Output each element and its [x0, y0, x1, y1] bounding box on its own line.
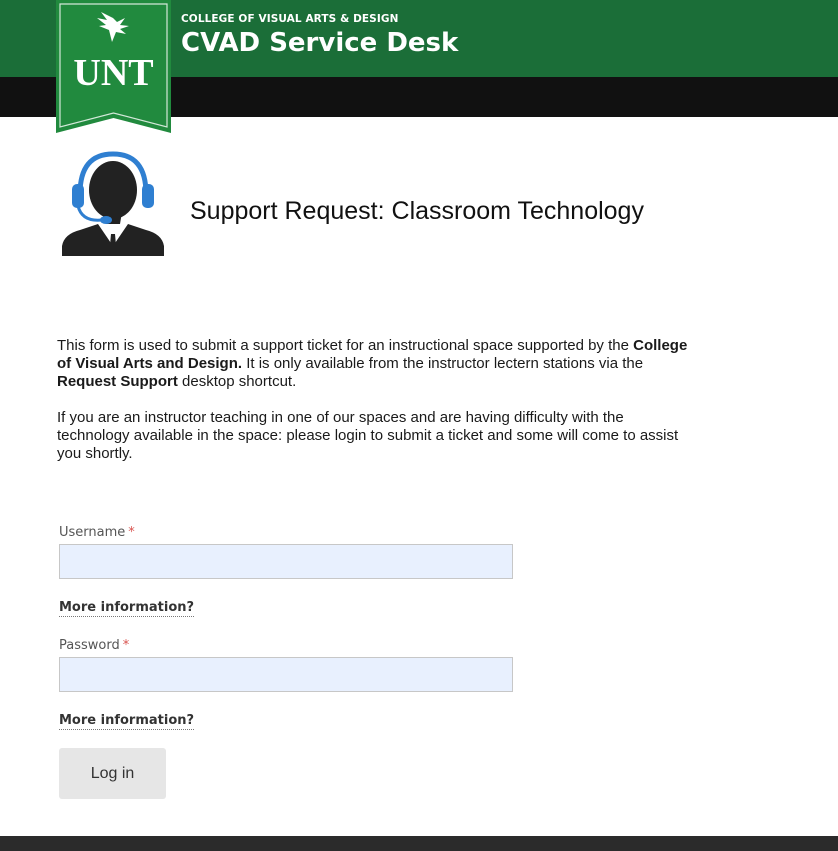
page-title: Support Request: Classroom Technology — [190, 197, 644, 225]
password-more-info-link[interactable]: More information? — [59, 713, 195, 730]
unt-logo[interactable]: UNT — [56, 0, 171, 133]
site-subtitle: COLLEGE OF VISUAL ARTS & DESIGN — [181, 13, 399, 25]
required-marker: * — [122, 638, 130, 653]
intro-paragraph-2: If you are an instructor teaching in one… — [57, 409, 679, 462]
support-agent-headset-icon — [58, 150, 168, 260]
required-marker: * — [128, 525, 135, 540]
password-input[interactable] — [59, 657, 513, 692]
logo-text: UNT — [73, 52, 153, 94]
eagle-icon: UNT — [56, 0, 171, 133]
intro-text: This form is used to submit a support ti… — [57, 337, 697, 463]
password-label: Password * — [59, 638, 130, 653]
login-button[interactable]: Log in — [59, 748, 166, 799]
footer-bar — [0, 836, 838, 851]
site-title[interactable]: CVAD Service Desk — [181, 28, 458, 58]
username-label: Username * — [59, 525, 135, 540]
intro-paragraph-1: This form is used to submit a support ti… — [57, 337, 688, 390]
username-more-info-link[interactable]: More information? — [59, 600, 195, 617]
username-input[interactable] — [59, 544, 513, 579]
